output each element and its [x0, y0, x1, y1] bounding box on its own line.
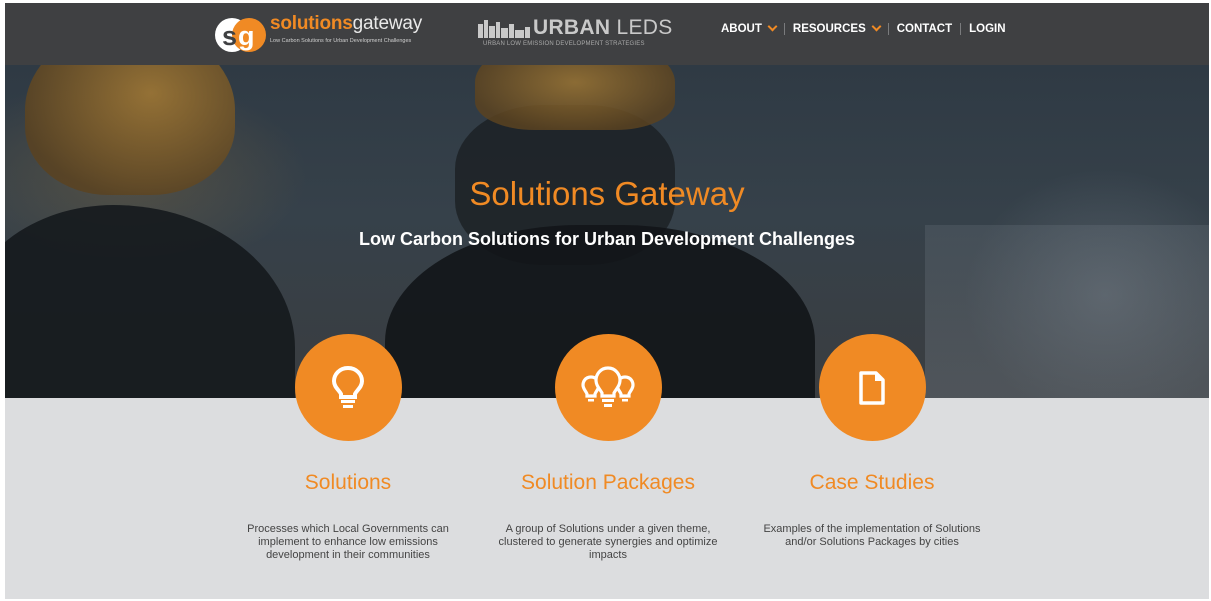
- sg-logo-mark[interactable]: s g: [214, 14, 266, 56]
- svg-text:s: s: [222, 21, 237, 51]
- feature-title[interactable]: Case Studies: [722, 471, 1022, 495]
- partner-title-light: LEDS: [610, 16, 673, 39]
- logo-name-accent: solutions: [270, 13, 353, 34]
- feature-title[interactable]: Solution Packages: [458, 471, 758, 495]
- case-studies-circle-button[interactable]: [818, 334, 926, 441]
- solutions-circle-button[interactable]: [294, 334, 402, 441]
- solution-packages-circle-button[interactable]: [554, 334, 662, 441]
- feature-description: A group of Solutions under a given theme…: [498, 523, 718, 561]
- logo-name-rest: gateway: [352, 13, 423, 34]
- partner-logo-title[interactable]: URBAN LEDS: [533, 16, 673, 40]
- feature-case-studies: Case Studies Examples of the implementat…: [722, 334, 1022, 549]
- hero-subtitle: Low Carbon Solutions for Urban Developme…: [358, 229, 856, 249]
- lightbulbs-icon: [581, 365, 635, 407]
- logo-tagline: Low Carbon Solutions for Urban Developme…: [270, 38, 412, 44]
- feature-description: Processes which Local Governments can im…: [247, 523, 449, 561]
- nav-resources-label: RESOURCES: [792, 23, 866, 35]
- page: s g solutionsgateway Low Carbon Solution…: [5, 3, 1209, 599]
- hero-background-helmet: [475, 65, 675, 130]
- nav-about[interactable]: ABOUT: [721, 21, 784, 35]
- nav-login[interactable]: LOGIN: [961, 23, 1013, 35]
- skyline-icon: [478, 20, 530, 38]
- site-logo-text[interactable]: solutionsgateway: [270, 13, 422, 35]
- lightbulb-icon: [331, 365, 365, 408]
- document-icon: [859, 370, 885, 405]
- top-header: s g solutionsgateway Low Carbon Solution…: [5, 3, 1209, 65]
- feature-description: Examples of the implementation of Soluti…: [763, 523, 981, 548]
- partner-title-bold: URBAN: [533, 16, 611, 39]
- hero-title: Solutions Gateway: [469, 175, 745, 212]
- nav-about-label: ABOUT: [721, 23, 762, 35]
- feature-solutions: Solutions Processes which Local Governme…: [198, 334, 498, 562]
- chevron-down-icon: [767, 21, 778, 31]
- nav-resources[interactable]: RESOURCES: [785, 21, 888, 35]
- nav-login-label: LOGIN: [969, 23, 1006, 35]
- feature-solution-packages: Solution Packages A group of Solutions u…: [458, 334, 758, 562]
- nav-contact-label: CONTACT: [896, 23, 953, 35]
- partner-logo-subtitle: URBAN LOW EMISSION DEVELOPMENT STRATEGIE…: [483, 41, 645, 47]
- nav-contact[interactable]: CONTACT: [889, 23, 960, 35]
- feature-title[interactable]: Solutions: [198, 471, 498, 495]
- chevron-down-icon: [871, 21, 882, 31]
- svg-text:g: g: [238, 21, 255, 51]
- main-nav: ABOUT RESOURCES CONTACT LOGIN: [721, 21, 1014, 35]
